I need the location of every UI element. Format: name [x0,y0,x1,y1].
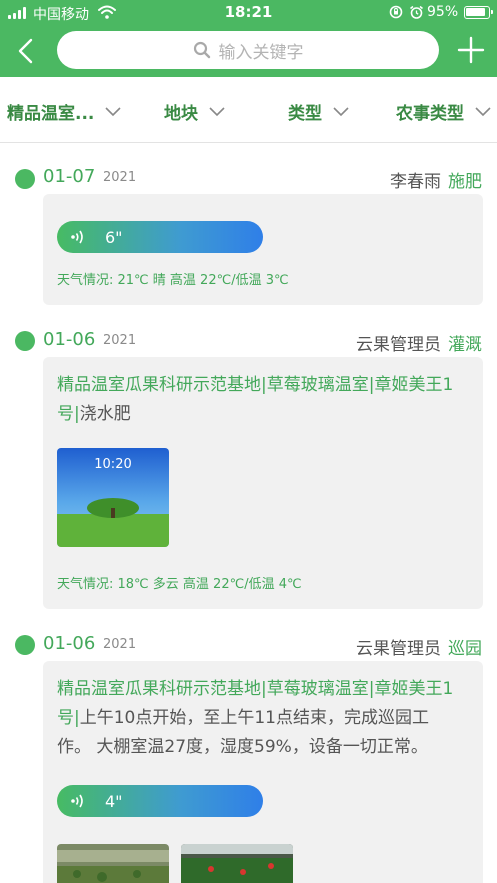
chevron-down-icon [333,107,349,117]
filter-type[interactable]: 类型 [288,99,350,124]
record-date: 01-06 [43,329,96,350]
status-bar: 中国移动 18:21 95% [0,0,497,26]
filter-label: 精品温室... [7,104,95,124]
voice-message[interactable]: 4" [57,785,263,817]
chevron-down-icon [105,107,121,117]
record-year: 2021 [103,170,137,185]
record-person: 云果管理员 [356,335,441,355]
record-photo[interactable] [181,844,293,883]
timeline-dot [15,635,35,655]
filter-greenhouse[interactable]: 精品温室... [7,99,122,124]
search-placeholder: 输入关键字 [218,42,304,63]
record-location: 号| [57,708,80,728]
record-card: 精品温室瓜果科研示范基地|草莓玻璃温室|章姬美王1 号|浇水肥 10:20 天气… [43,357,483,609]
top-bar: 中国移动 18:21 95% 输入关键字 [0,0,497,77]
search-input[interactable]: 输入关键字 [57,31,439,69]
record-person: 云果管理员 [356,639,441,659]
photo-time: 10:20 [94,457,131,472]
record-activity: 施肥 [448,172,482,192]
weather-info: 天气情况: 18℃ 多云 高温 22℃/低温 4℃ [57,577,302,592]
voice-message[interactable]: 6" [57,221,263,253]
weather-info: 天气情况: 21℃ 晴 高温 22℃/低温 3℃ [57,273,289,288]
record-meta: 云果管理员 巡园 [356,634,482,659]
record-description: 精品温室瓜果科研示范基地|草莓玻璃温室|章姬美王1 号|上午10点开始，至上午1… [57,675,477,762]
filter-bar: 精品温室... 地块 类型 农事类型 [0,77,497,143]
record-location: 精品温室瓜果科研示范基地|草莓玻璃温室|章姬美王1 [57,375,454,395]
timeline-dot [15,169,35,189]
record-location: 精品温室瓜果科研示范基地|草莓玻璃温室|章姬美王1 [57,679,454,699]
battery-icon [464,6,493,19]
record-person: 李春雨 [390,172,441,192]
record-photo[interactable]: 10:20 [57,448,169,547]
plus-icon [457,36,485,64]
timeline-dot [15,331,35,351]
record-note: 上午10点开始，至上午11点结束，完成巡园工 [79,708,429,728]
voice-duration: 4" [105,791,123,811]
record-meta: 李春雨 施肥 [390,167,482,192]
battery-percent: 95% [427,4,459,20]
record-note: 作。 大棚室温27度，湿度59%，设备一切正常。 [57,737,428,757]
back-button[interactable] [12,36,40,66]
filter-farm-type[interactable]: 农事类型 [396,99,492,124]
record-card: 精品温室瓜果科研示范基地|草莓玻璃温室|章姬美王1 号|上午10点开始，至上午1… [43,661,483,883]
record-card: 6" 天气情况: 21℃ 晴 高温 22℃/低温 3℃ [43,194,483,305]
filter-label: 地块 [164,104,198,124]
chevron-left-icon [18,38,33,64]
record-year: 2021 [103,333,137,348]
chevron-down-icon [475,107,491,117]
record-photo[interactable] [57,844,169,883]
record-meta: 云果管理员 灌溉 [356,330,482,355]
add-button[interactable] [456,35,486,65]
voice-duration: 6" [105,227,123,247]
record-description: 精品温室瓜果科研示范基地|草莓玻璃温室|章姬美王1 号|浇水肥 [57,371,477,429]
record-date: 01-06 [43,633,96,654]
voice-wave-icon [69,793,87,809]
filter-label: 类型 [288,104,322,124]
filter-plot[interactable]: 地块 [164,99,226,124]
chevron-down-icon [209,107,225,117]
voice-wave-icon [69,229,87,245]
alarm-icon [409,5,424,24]
record-note: 浇水肥 [79,404,131,424]
search-icon [193,41,210,59]
record-location: 号| [57,404,80,424]
record-activity: 灌溉 [448,335,482,355]
rotation-lock-icon [389,5,403,23]
record-year: 2021 [103,637,137,652]
record-activity: 巡园 [448,639,482,659]
filter-label: 农事类型 [396,104,464,124]
record-date: 01-07 [43,166,96,187]
